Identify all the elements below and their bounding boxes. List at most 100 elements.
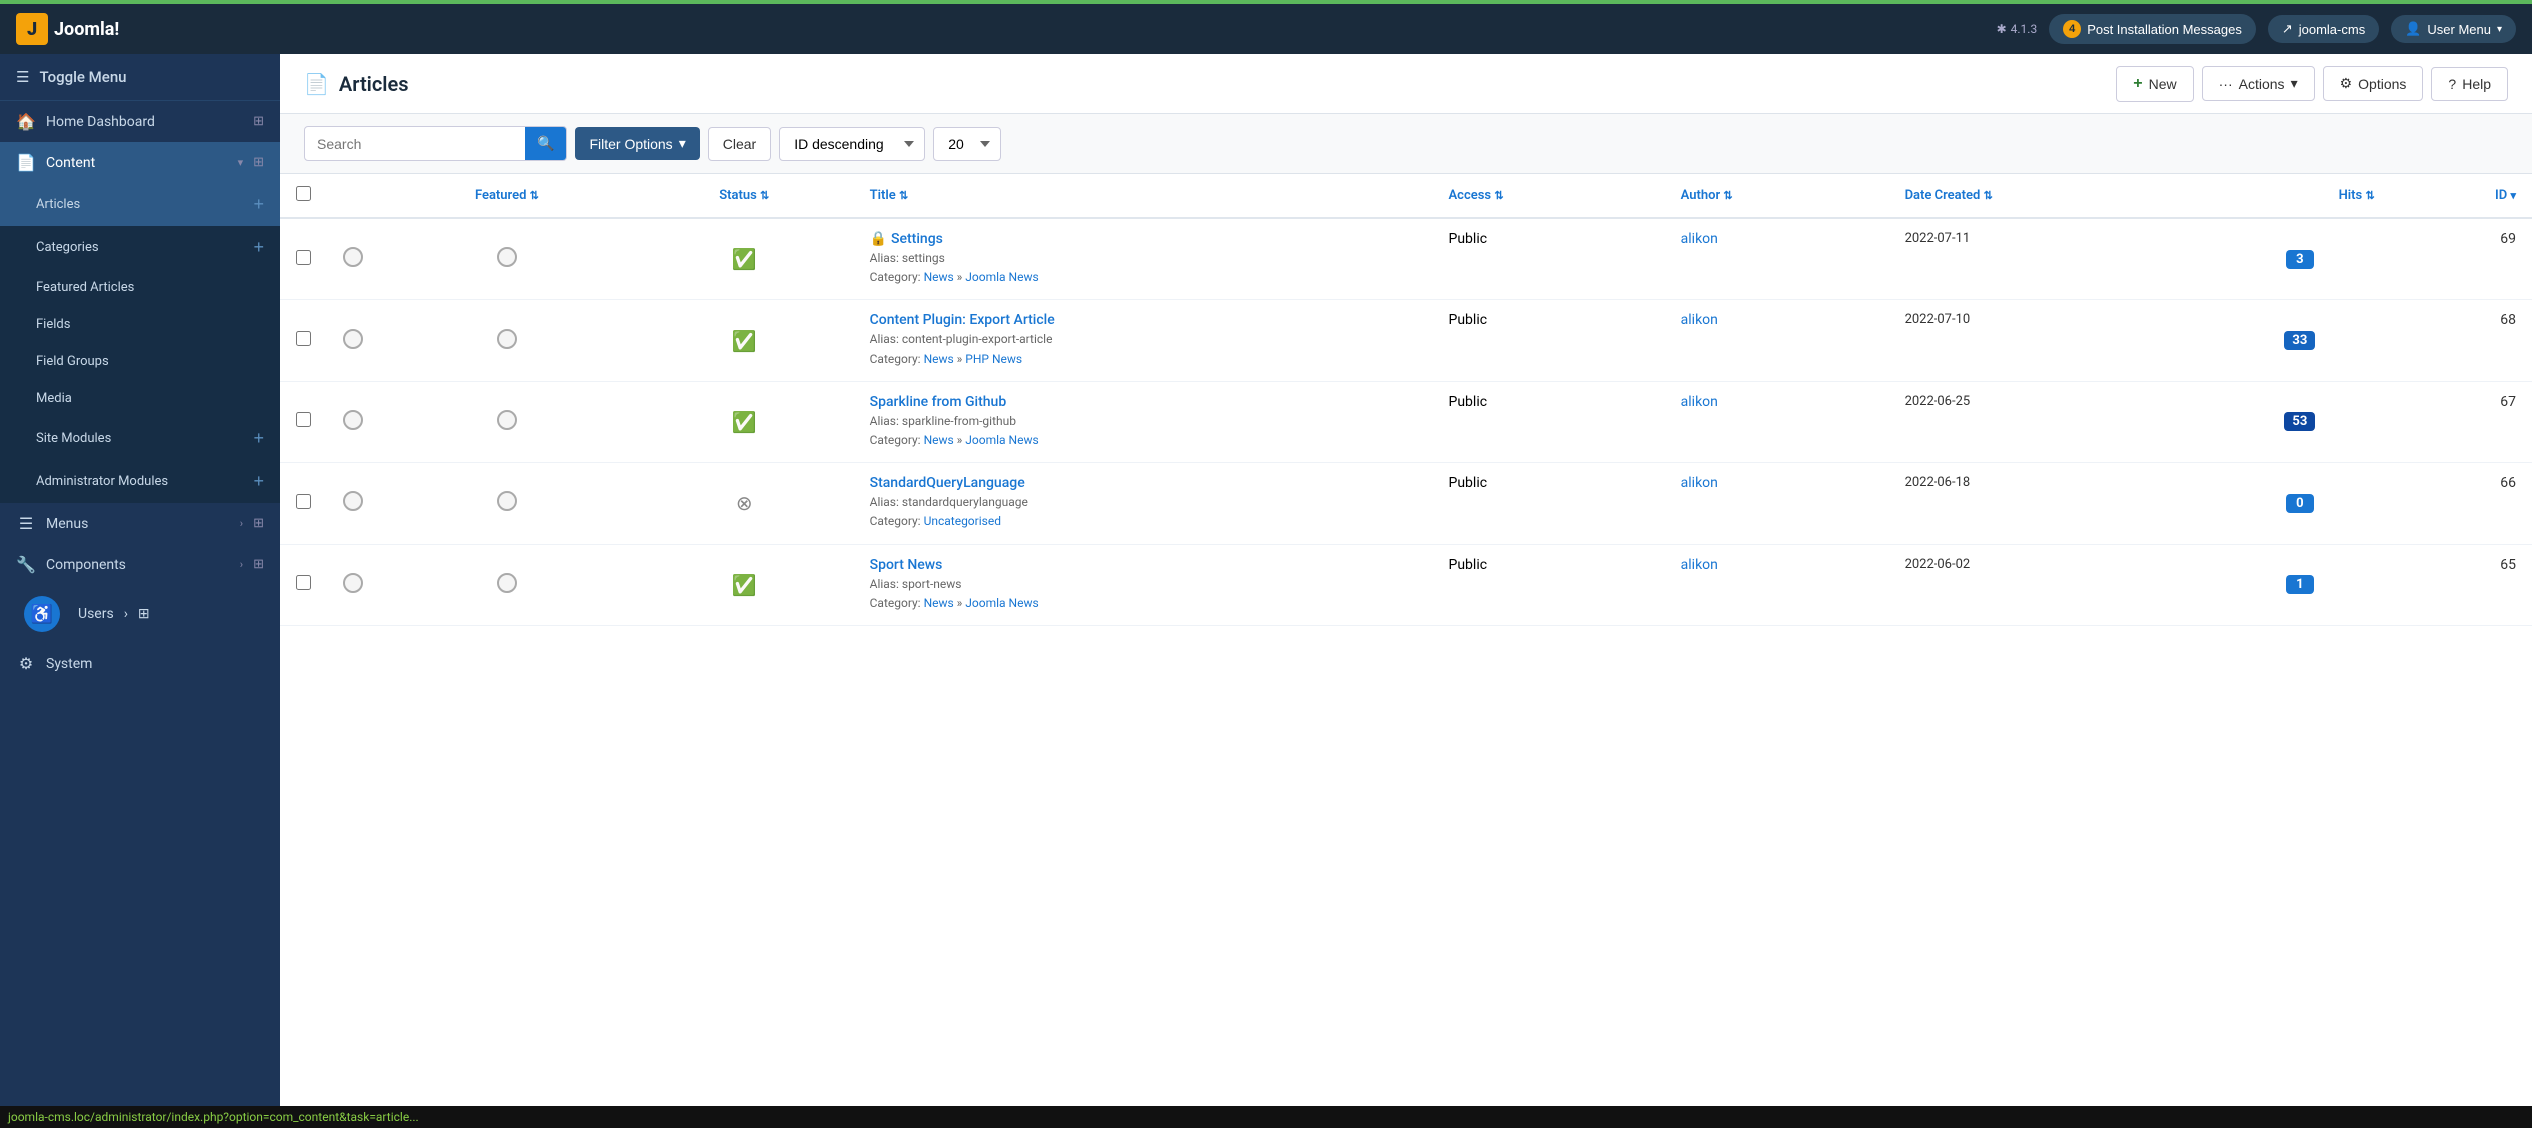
sidebar-item-featured-articles[interactable]: Featured Articles (0, 269, 280, 306)
actions-button[interactable]: ··· Actions ▾ (2202, 66, 2315, 101)
row-title-cell: 🔒Settings Alias: settings Category: News… (854, 218, 1433, 300)
row-checkbox[interactable] (296, 575, 311, 590)
row-checkbox[interactable] (296, 331, 311, 346)
sort-icon: ⇅ (1494, 189, 1503, 202)
category-link[interactable]: News (924, 352, 954, 366)
article-title-link[interactable]: Settings (891, 231, 943, 247)
row-title-cell: StandardQueryLanguage Alias: standardque… (854, 463, 1433, 544)
featured-circle[interactable] (497, 491, 517, 511)
sidebar-item-articles[interactable]: Articles + (0, 183, 280, 226)
sidebar-item-content[interactable]: 📄 Content ▾ ⊞ (0, 142, 280, 183)
user-menu-button[interactable]: 👤 User Menu ▾ (2391, 15, 2516, 43)
add-site-module-button[interactable]: + (253, 428, 264, 449)
column-id[interactable]: ID ▾ (2391, 174, 2532, 218)
articles-doc-icon: 📄 (304, 72, 329, 96)
table-row: ⊗ StandardQueryLanguage Alias: standardq… (280, 463, 2532, 544)
category2-link[interactable]: Joomla News (965, 596, 1038, 610)
column-access[interactable]: Access ⇅ (1433, 174, 1665, 218)
column-featured[interactable]: Featured ⇅ (379, 174, 635, 218)
sort-select[interactable]: ID descending ID ascending Title ascendi… (779, 127, 925, 161)
author-link[interactable]: alikon (1681, 312, 1718, 328)
sidebar-item-components[interactable]: 🔧 Components › ⊞ (0, 544, 280, 585)
status-published-icon[interactable]: ✅ (732, 329, 757, 353)
category2-link[interactable]: PHP News (965, 352, 1022, 366)
content-submenu: Articles + Categories + Featured Article… (0, 183, 280, 503)
grid-icon: ⊞ (138, 606, 150, 622)
row-date-cell: 2022-07-11 (1889, 218, 2210, 300)
sidebar-item-users[interactable]: ♿ Users › ⊞ (0, 585, 280, 643)
options-button[interactable]: ⚙ Options (2323, 66, 2424, 101)
search-button[interactable]: 🔍 (525, 127, 566, 160)
category-link[interactable]: Uncategorised (924, 514, 1001, 528)
author-link[interactable]: alikon (1681, 475, 1718, 491)
status-published-icon[interactable]: ✅ (732, 247, 757, 271)
question-icon: ? (2448, 76, 2456, 92)
add-article-button[interactable]: + (253, 194, 264, 215)
category2-link[interactable]: Joomla News (965, 433, 1038, 447)
category-link[interactable]: News (924, 433, 954, 447)
row-order-cell (327, 218, 379, 300)
row-checkbox[interactable] (296, 494, 311, 509)
layout: ☰ Toggle Menu 🏠 Home Dashboard ⊞ 📄 Conte… (0, 54, 2532, 1128)
sort-icon: ⇅ (530, 189, 539, 202)
header-actions: + New ··· Actions ▾ ⚙ Options ? Help (2116, 66, 2508, 102)
category-link[interactable]: News (924, 270, 954, 284)
post-install-messages-button[interactable]: 4 Post Installation Messages (2049, 14, 2256, 44)
column-author[interactable]: Author ⇅ (1665, 174, 1889, 218)
column-date-created[interactable]: Date Created ⇅ (1889, 174, 2210, 218)
filter-options-button[interactable]: Filter Options ▾ (575, 127, 699, 160)
row-id-cell: 69 (2391, 218, 2532, 300)
author-link[interactable]: alikon (1681, 231, 1718, 247)
cms-link-button[interactable]: ↗ joomla-cms (2268, 15, 2379, 43)
category-link[interactable]: News (924, 596, 954, 610)
status-published-icon[interactable]: ✅ (732, 573, 757, 597)
featured-circle[interactable] (497, 329, 517, 349)
row-hits-cell: 0 (2209, 463, 2391, 544)
add-admin-module-button[interactable]: + (253, 471, 264, 492)
sidebar-item-field-groups[interactable]: Field Groups (0, 343, 280, 380)
row-author-cell: alikon (1665, 300, 1889, 381)
sidebar-item-system[interactable]: ⚙ System (0, 643, 280, 684)
row-author-cell: alikon (1665, 381, 1889, 462)
featured-circle[interactable] (497, 410, 517, 430)
row-checkbox-cell (280, 300, 327, 381)
sidebar-item-menus[interactable]: ☰ Menus › ⊞ (0, 503, 280, 544)
clear-button[interactable]: Clear (708, 127, 771, 161)
row-hits-cell: 3 (2209, 218, 2391, 300)
status-published-icon[interactable]: ✅ (732, 410, 757, 434)
article-title-link[interactable]: StandardQueryLanguage (870, 475, 1025, 491)
row-checkbox[interactable] (296, 412, 311, 427)
featured-circle[interactable] (497, 247, 517, 267)
grid-icon: ⊞ (253, 557, 264, 572)
sidebar-item-categories[interactable]: Categories + (0, 226, 280, 269)
sidebar-item-fields[interactable]: Fields (0, 306, 280, 343)
article-title: Sparkline from Github (870, 394, 1417, 410)
status-unpublished-icon[interactable]: ⊗ (736, 491, 753, 515)
search-input[interactable] (305, 128, 525, 160)
author-link[interactable]: alikon (1681, 394, 1718, 410)
article-title-link[interactable]: Content Plugin: Export Article (870, 312, 1055, 328)
dots-icon: ··· (2219, 76, 2233, 92)
help-button[interactable]: ? Help (2431, 67, 2508, 101)
sidebar-item-admin-modules[interactable]: Administrator Modules + (0, 460, 280, 503)
article-title-link[interactable]: Sparkline from Github (870, 394, 1007, 410)
sidebar-item-media[interactable]: Media (0, 380, 280, 417)
sidebar-item-home-dashboard[interactable]: 🏠 Home Dashboard ⊞ (0, 101, 280, 142)
table-row: ✅ Content Plugin: Export Article Alias: … (280, 300, 2532, 381)
select-all-checkbox[interactable] (296, 186, 311, 201)
add-category-button[interactable]: + (253, 237, 264, 258)
sidebar-item-label: Menus (46, 516, 230, 532)
article-title-link[interactable]: Sport News (870, 557, 943, 573)
row-checkbox[interactable] (296, 250, 311, 265)
featured-circle[interactable] (497, 573, 517, 593)
author-link[interactable]: alikon (1681, 557, 1718, 573)
toggle-menu-button[interactable]: ☰ Toggle Menu (0, 54, 280, 101)
column-title[interactable]: Title ⇅ (854, 174, 1433, 218)
row-order-cell (327, 381, 379, 462)
column-status[interactable]: Status ⇅ (635, 174, 854, 218)
sidebar-item-site-modules[interactable]: Site Modules + (0, 417, 280, 460)
column-hits[interactable]: Hits ⇅ (2209, 174, 2391, 218)
per-page-select[interactable]: 5 10 20 50 100 (933, 127, 1001, 161)
category2-link[interactable]: Joomla News (965, 270, 1038, 284)
new-button[interactable]: + New (2116, 66, 2193, 102)
